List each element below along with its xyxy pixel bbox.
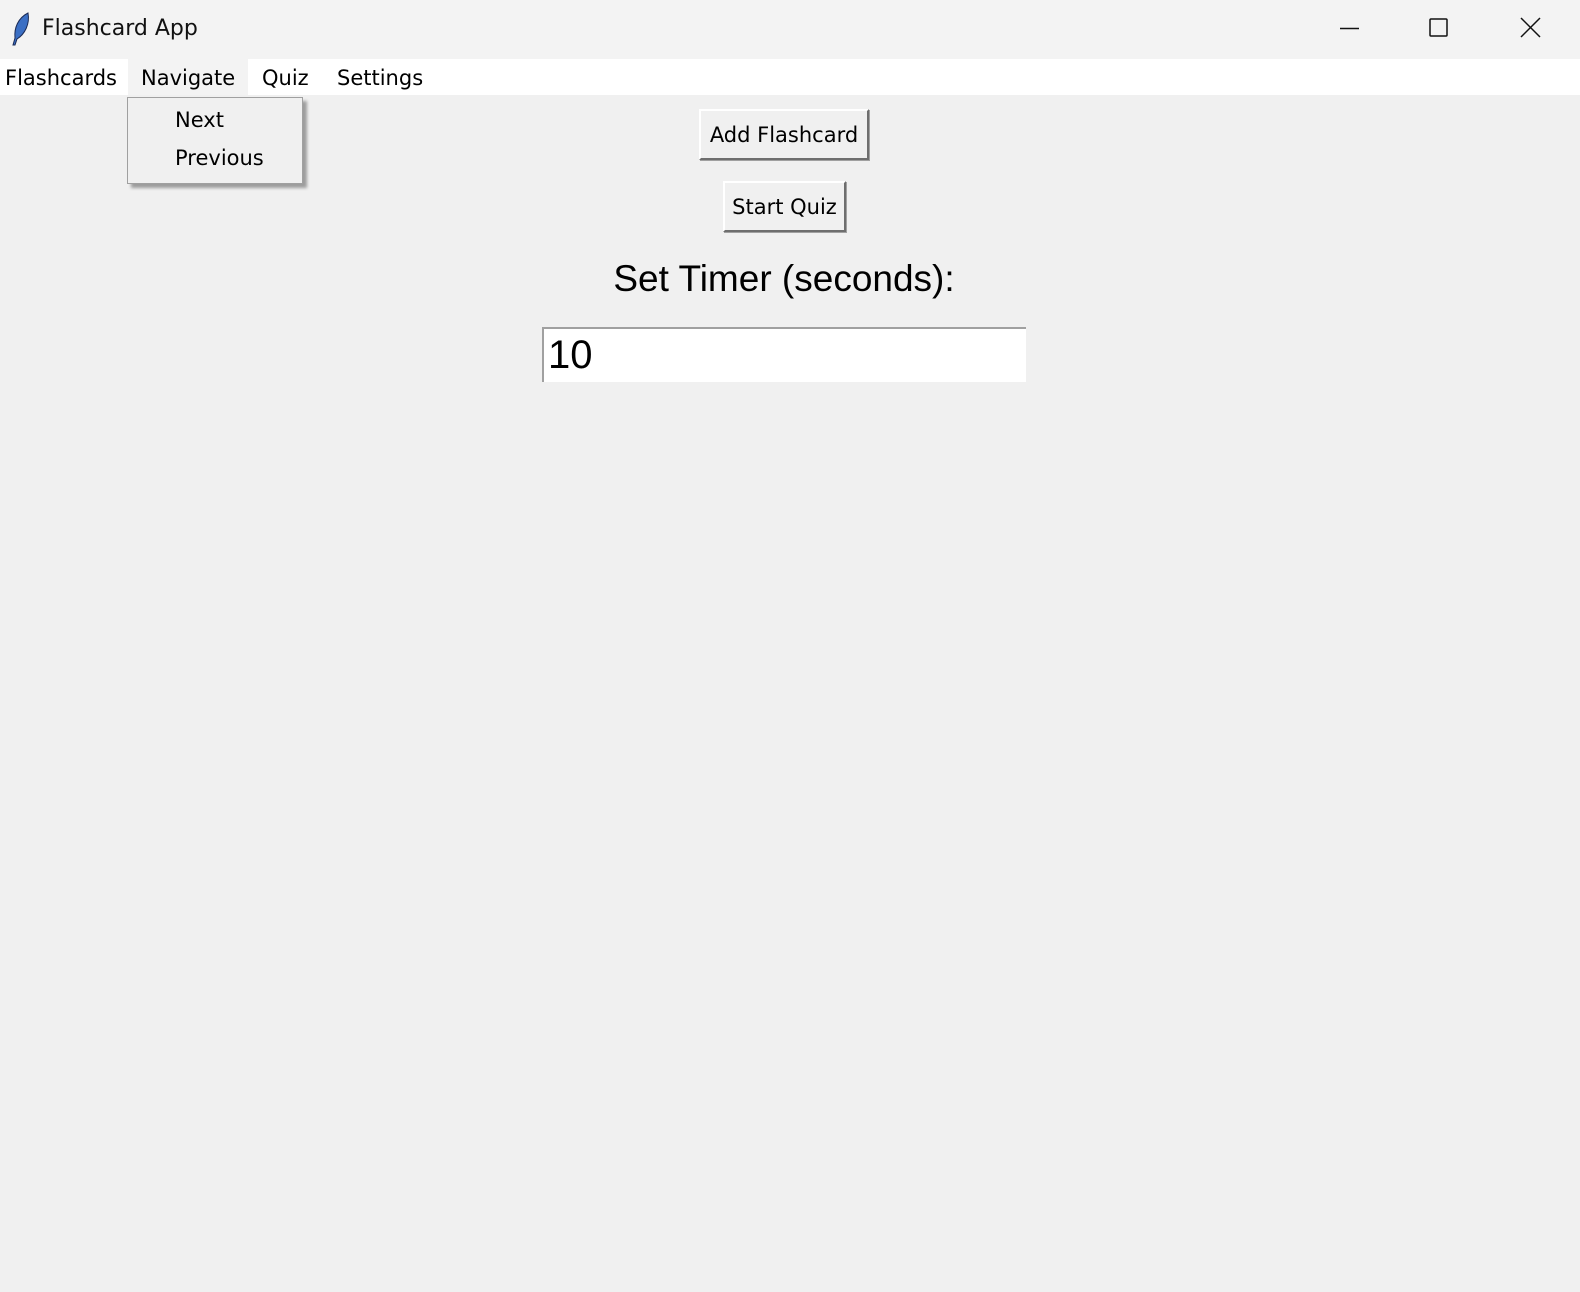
menu-quiz[interactable]: Quiz [249,59,322,95]
menu-flashcards[interactable]: Flashcards [0,59,130,95]
menu-bar: Flashcards Navigate Quiz Settings [0,59,1580,95]
maximize-icon [1429,18,1448,37]
minimize-button[interactable] [1304,0,1394,59]
timer-label: Set Timer (seconds): [613,258,955,299]
close-icon [1520,17,1541,38]
menu-navigate[interactable]: Navigate [128,59,249,95]
navigate-dropdown-menu: Next Previous [127,97,303,184]
title-bar: Flashcard App [0,0,1580,59]
maximize-button[interactable] [1394,0,1484,59]
feather-icon [12,12,29,46]
start-quiz-button[interactable]: Start Quiz [723,181,846,232]
minimize-icon [1340,27,1359,30]
close-button[interactable] [1486,0,1576,59]
menu-item-previous[interactable]: Previous [175,146,264,170]
menu-settings[interactable]: Settings [324,59,436,95]
add-flashcard-button[interactable]: Add Flashcard [699,109,869,160]
window-title: Flashcard App [42,16,198,41]
timer-input[interactable] [542,327,1026,382]
menu-item-next[interactable]: Next [175,108,224,132]
